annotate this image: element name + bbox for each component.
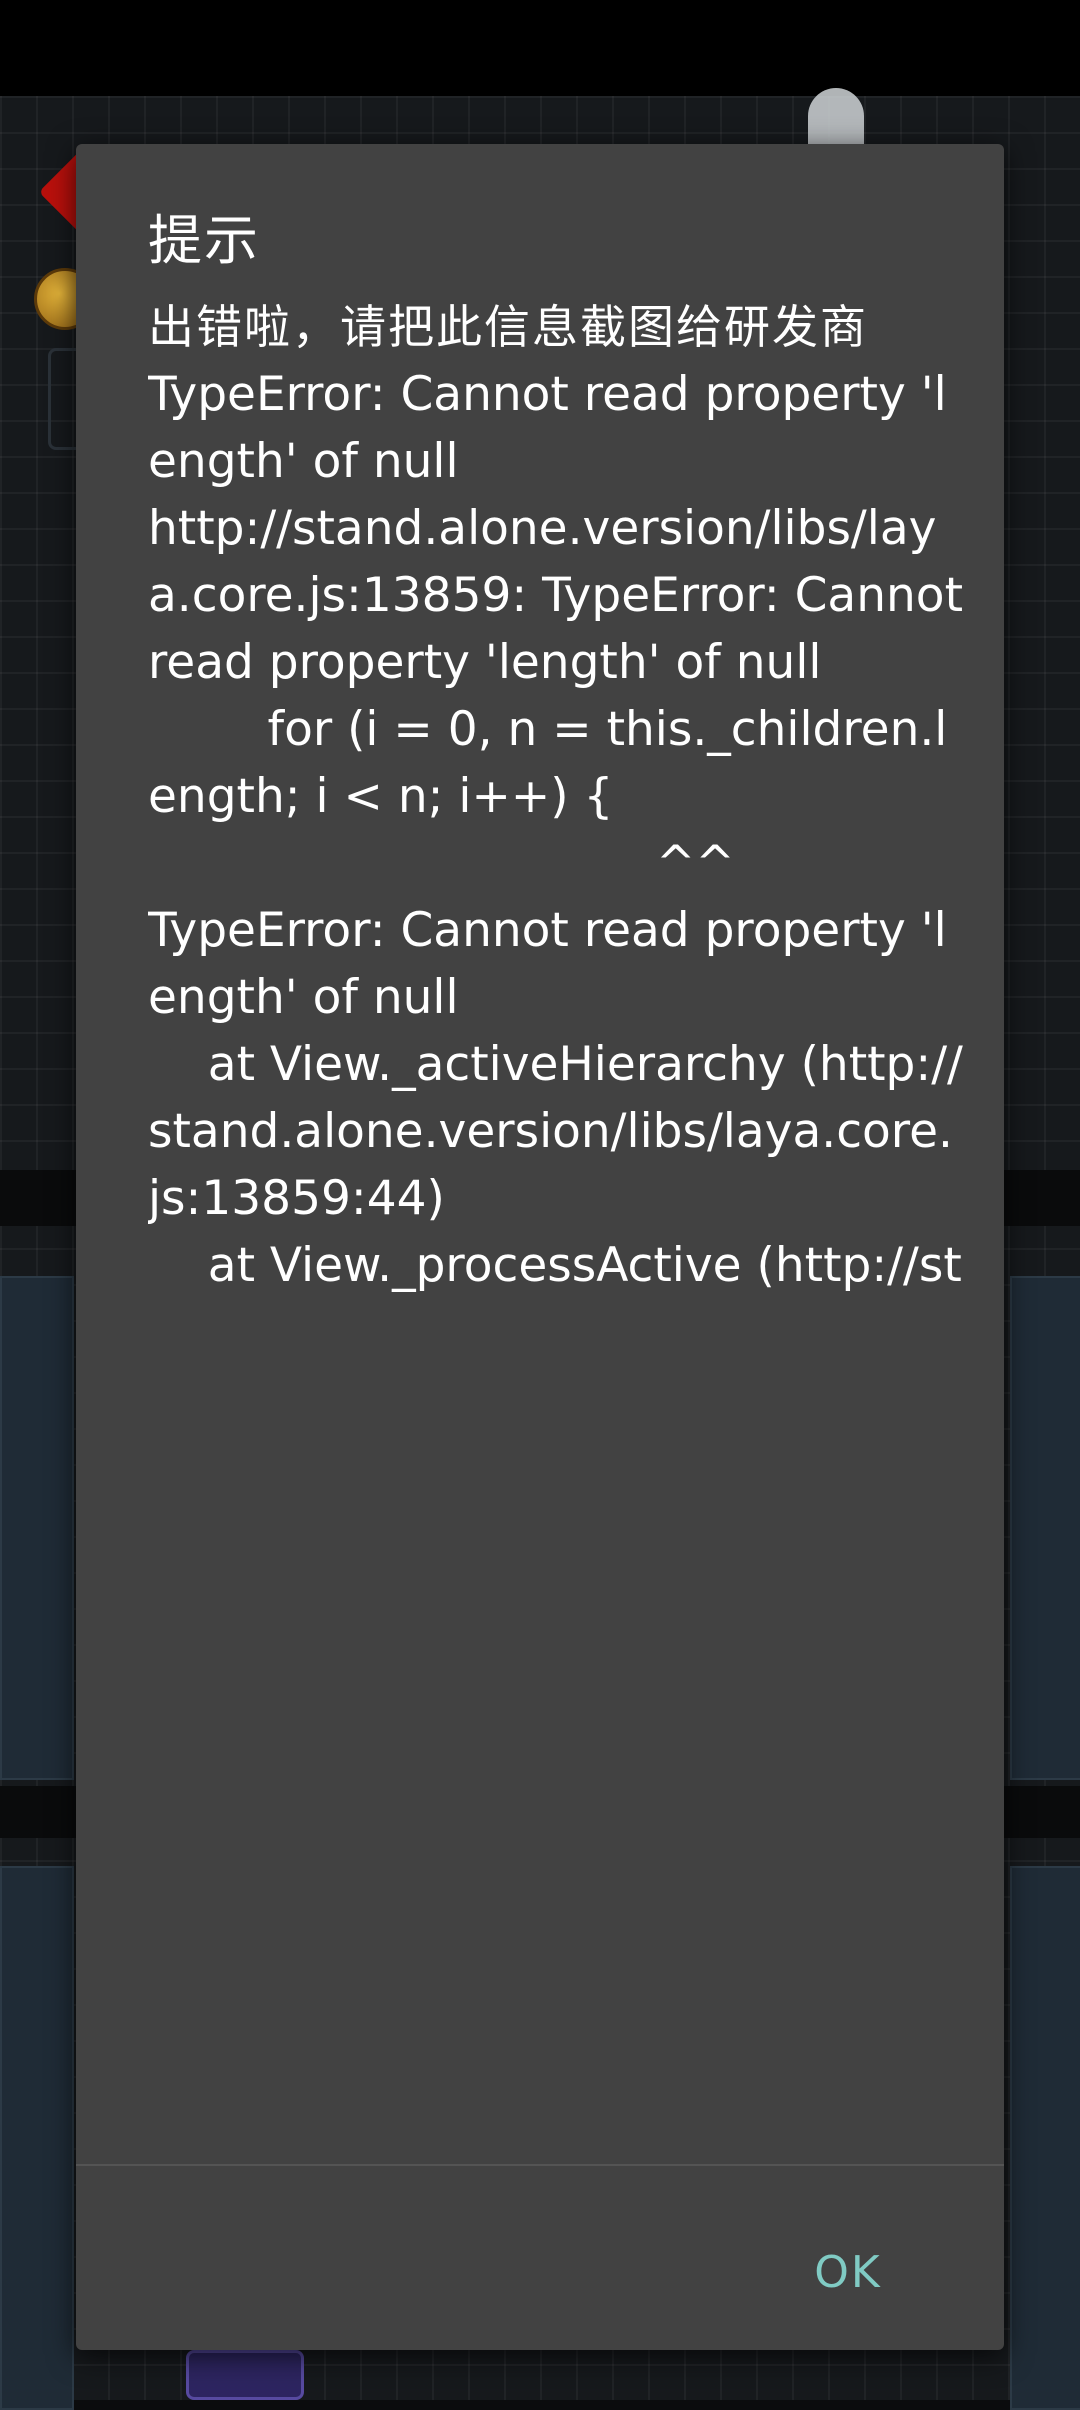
dialog-scroll-area[interactable]: 出错啦，请把此信息截图给研发商 TypeError: Cannot read p… bbox=[148, 294, 964, 1306]
game-pedestal bbox=[186, 2350, 304, 2400]
error-stack-trace: TypeError: Cannot read property 'length'… bbox=[148, 367, 963, 1306]
dialog-divider bbox=[76, 2164, 1004, 2166]
error-message: 出错啦，请把此信息截图给研发商 TypeError: Cannot read p… bbox=[148, 294, 964, 1306]
error-dialog: 提示 出错啦，请把此信息截图给研发商 TypeError: Cannot rea… bbox=[76, 144, 1004, 2350]
ok-button[interactable]: OK bbox=[788, 2224, 908, 2320]
error-message-lead: 出错啦，请把此信息截图给研发商 bbox=[148, 300, 868, 354]
status-bar bbox=[0, 0, 1080, 96]
dialog-title: 提示 bbox=[148, 209, 260, 272]
